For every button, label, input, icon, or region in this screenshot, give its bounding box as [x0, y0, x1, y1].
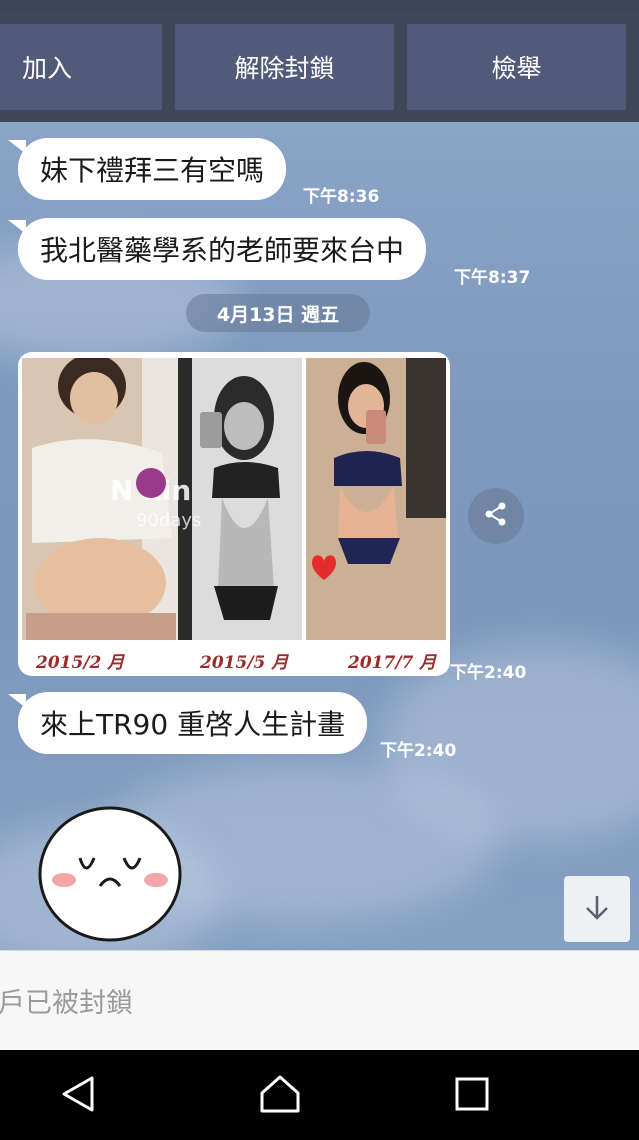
message-text: 我北醫藥學系的老師要來台中 [40, 234, 405, 267]
photo-caption: 2017/7 月 [348, 653, 437, 673]
message-time: 下午2:40 [380, 741, 457, 761]
blocked-notice-bar: 戶已被封鎖 [0, 950, 639, 1051]
recents-square-icon [453, 1075, 491, 1117]
flower-icon [136, 468, 166, 498]
watermark-subtext: 90days [136, 510, 202, 531]
back-button[interactable] [56, 1074, 100, 1118]
photo-caption: 2015/5 月 [200, 653, 289, 673]
share-icon [482, 500, 510, 532]
home-button[interactable] [258, 1074, 302, 1118]
home-icon [259, 1073, 301, 1119]
message-bubble[interactable]: 來上TR90 重啓人生計畫 [18, 692, 368, 754]
blocked-notice-text: 戶已被封鎖 [0, 988, 133, 1019]
sticker-message[interactable] [36, 802, 184, 942]
report-button[interactable]: 檢舉 [407, 24, 626, 110]
message-time: 下午2:40 [450, 663, 527, 683]
message-text: 來上TR90 重啓人生計畫 [40, 708, 346, 741]
status-strip [0, 0, 639, 10]
message-text: 妹下禮拜三有空嗎 [40, 154, 265, 187]
smiling-face-sticker-icon [38, 806, 182, 942]
message-bubble[interactable]: 我北醫藥學系的老師要來台中 [18, 218, 427, 280]
unblock-button-label: 解除封鎖 [234, 54, 335, 83]
message-bubble[interactable]: 妹下禮拜三有空嗎 [18, 138, 287, 200]
photo-panel-2-figure [178, 358, 302, 640]
photo-panel-2 [178, 358, 302, 640]
message-time: 下午8:37 [454, 268, 531, 288]
unblock-button[interactable]: 解除封鎖 [175, 24, 394, 110]
recents-button[interactable] [450, 1074, 494, 1118]
add-button[interactable]: 加入 [0, 24, 162, 110]
action-bar: 加入 解除封鎖 檢舉 [0, 10, 639, 122]
scroll-down-button[interactable] [564, 876, 630, 942]
image-message[interactable]: N kin 90days 2015/2 月 2015/5 月 2017/7 月 [18, 352, 450, 676]
back-triangle-icon [58, 1074, 98, 1118]
photo-caption: 2015/2 月 [36, 653, 125, 673]
chat-area[interactable]: 妹下禮拜三有空嗎 下午8:36 我北醫藥學系的老師要來台中 下午8:37 4月1… [0, 122, 639, 950]
message-time: 下午8:36 [303, 187, 380, 207]
photo-panel-3 [306, 358, 446, 640]
add-button-label: 加入 [21, 54, 72, 83]
system-nav-bar [0, 1050, 639, 1140]
share-button[interactable] [468, 488, 524, 544]
report-button-label: 檢舉 [491, 54, 542, 83]
photo-panel-3-figure [306, 358, 446, 640]
date-divider: 4月13日 週五 [186, 294, 370, 332]
date-divider-label: 4月13日 週五 [216, 303, 340, 326]
arrow-down-icon [582, 892, 612, 926]
